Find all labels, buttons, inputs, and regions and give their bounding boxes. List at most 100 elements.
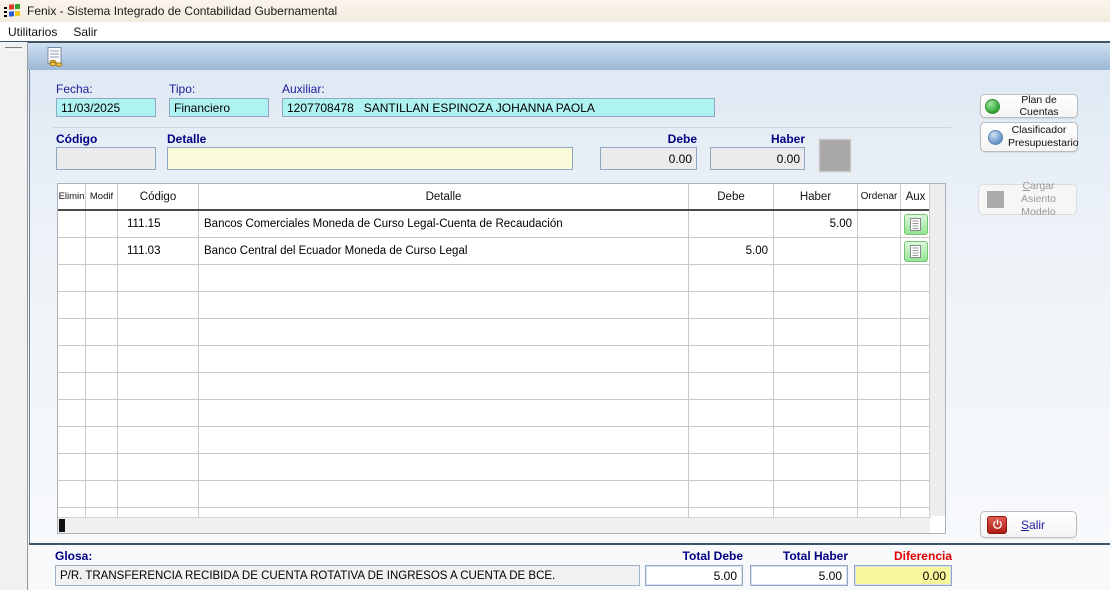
cell-haber[interactable]: [774, 454, 858, 481]
cell-modif[interactable]: [86, 319, 118, 346]
cell-aux[interactable]: [901, 319, 931, 346]
cell-elimin[interactable]: [58, 319, 86, 346]
cell-codigo[interactable]: [118, 265, 199, 292]
horizontal-scrollbar[interactable]: [58, 517, 930, 533]
col-header-codigo[interactable]: Código: [118, 184, 199, 209]
cell-haber[interactable]: [774, 292, 858, 319]
table-row[interactable]: [58, 373, 945, 400]
cell-detalle[interactable]: [199, 481, 689, 508]
cell-elimin[interactable]: [58, 292, 86, 319]
cell-ordenar[interactable]: [858, 481, 901, 508]
cell-aux[interactable]: [901, 427, 931, 454]
cell-haber[interactable]: [774, 319, 858, 346]
col-header-haber[interactable]: Haber: [774, 184, 858, 209]
left-collapsed-panel[interactable]: [0, 42, 28, 590]
cell-ordenar[interactable]: [858, 400, 901, 427]
cell-aux[interactable]: [901, 346, 931, 373]
table-row[interactable]: 111.03 Banco Central del Ecuador Moneda …: [58, 238, 945, 265]
cell-modif[interactable]: [86, 292, 118, 319]
table-row[interactable]: [58, 265, 945, 292]
clasificador-presupuestario-button[interactable]: Clasificador Presupuestario: [980, 122, 1078, 152]
table-row[interactable]: [58, 346, 945, 373]
cell-detalle[interactable]: [199, 400, 689, 427]
cell-debe[interactable]: [689, 454, 774, 481]
cell-elimin[interactable]: [58, 265, 86, 292]
auxiliar-input[interactable]: 1207708478 SANTILLAN ESPINOZA JOHANNA PA…: [282, 98, 715, 117]
cell-aux[interactable]: [901, 292, 931, 319]
cell-elimin[interactable]: [58, 373, 86, 400]
col-header-aux[interactable]: Aux: [901, 184, 931, 209]
cell-debe[interactable]: [689, 373, 774, 400]
col-header-ordenar[interactable]: Ordenar: [858, 184, 901, 209]
menu-item-salir[interactable]: Salir: [65, 23, 105, 41]
cell-debe[interactable]: [689, 400, 774, 427]
tipo-input[interactable]: Financiero: [169, 98, 269, 117]
cell-codigo[interactable]: [118, 427, 199, 454]
table-row[interactable]: 111.15 Bancos Comerciales Moneda de Curs…: [58, 211, 945, 238]
cell-detalle[interactable]: [199, 319, 689, 346]
cell-ordenar[interactable]: [858, 292, 901, 319]
cell-codigo[interactable]: [118, 292, 199, 319]
cell-elimin[interactable]: [58, 211, 86, 238]
cell-haber[interactable]: [774, 427, 858, 454]
cell-haber[interactable]: [774, 373, 858, 400]
col-header-detalle[interactable]: Detalle: [199, 184, 689, 209]
cell-haber[interactable]: [774, 346, 858, 373]
vertical-scrollbar[interactable]: [929, 184, 945, 516]
cell-ordenar[interactable]: [858, 265, 901, 292]
cell-elimin[interactable]: [58, 454, 86, 481]
table-row[interactable]: [58, 292, 945, 319]
cell-ordenar[interactable]: [858, 427, 901, 454]
cell-codigo[interactable]: [118, 319, 199, 346]
cell-modif[interactable]: [86, 238, 118, 265]
cell-debe[interactable]: [689, 481, 774, 508]
cell-elimin[interactable]: [58, 238, 86, 265]
cell-aux[interactable]: [901, 454, 931, 481]
cell-ordenar[interactable]: [858, 373, 901, 400]
cell-codigo[interactable]: [118, 454, 199, 481]
cell-debe[interactable]: [689, 346, 774, 373]
cell-aux[interactable]: [901, 265, 931, 292]
cell-modif[interactable]: [86, 427, 118, 454]
cell-modif[interactable]: [86, 346, 118, 373]
cell-modif[interactable]: [86, 373, 118, 400]
cell-modif[interactable]: [86, 265, 118, 292]
add-entry-button[interactable]: [819, 139, 851, 172]
cell-ordenar[interactable]: [858, 319, 901, 346]
table-row[interactable]: [58, 454, 945, 481]
cell-ordenar[interactable]: [858, 346, 901, 373]
col-header-elimin[interactable]: Elimin: [58, 184, 86, 209]
cell-detalle[interactable]: [199, 346, 689, 373]
cell-modif[interactable]: [86, 211, 118, 238]
table-row[interactable]: [58, 400, 945, 427]
aux-detail-button[interactable]: [904, 214, 928, 235]
codigo-entry-input[interactable]: [56, 147, 156, 170]
cell-detalle[interactable]: [199, 373, 689, 400]
glosa-input[interactable]: P/R. TRANSFERENCIA RECIBIDA DE CUENTA RO…: [55, 565, 640, 586]
cell-debe[interactable]: [689, 265, 774, 292]
cell-aux[interactable]: [901, 373, 931, 400]
cargar-asiento-modelo-button[interactable]: Cargar Asiento Modelo: [978, 184, 1077, 215]
cell-haber[interactable]: [774, 400, 858, 427]
aux-detail-button[interactable]: [904, 241, 928, 262]
horizontal-scrollbar-thumb[interactable]: [59, 519, 65, 532]
cell-elimin[interactable]: [58, 400, 86, 427]
cell-elimin[interactable]: [58, 481, 86, 508]
detalle-entry-input[interactable]: [167, 147, 573, 170]
cell-haber[interactable]: [774, 481, 858, 508]
cell-modif[interactable]: [86, 481, 118, 508]
cell-aux[interactable]: [901, 481, 931, 508]
cell-codigo[interactable]: [118, 373, 199, 400]
fecha-input[interactable]: 11/03/2025: [56, 98, 156, 117]
cell-elimin[interactable]: [58, 346, 86, 373]
salir-button[interactable]: Salir: [980, 511, 1077, 538]
haber-entry-input[interactable]: 0.00: [710, 147, 805, 170]
cell-debe[interactable]: [689, 427, 774, 454]
cell-codigo[interactable]: [118, 346, 199, 373]
cell-ordenar[interactable]: [858, 454, 901, 481]
menu-item-utilitarios[interactable]: Utilitarios: [0, 23, 65, 41]
panel-grip-handle[interactable]: [5, 47, 22, 51]
table-row[interactable]: [58, 319, 945, 346]
col-header-modif[interactable]: Modif: [86, 184, 118, 209]
cell-haber[interactable]: [774, 265, 858, 292]
